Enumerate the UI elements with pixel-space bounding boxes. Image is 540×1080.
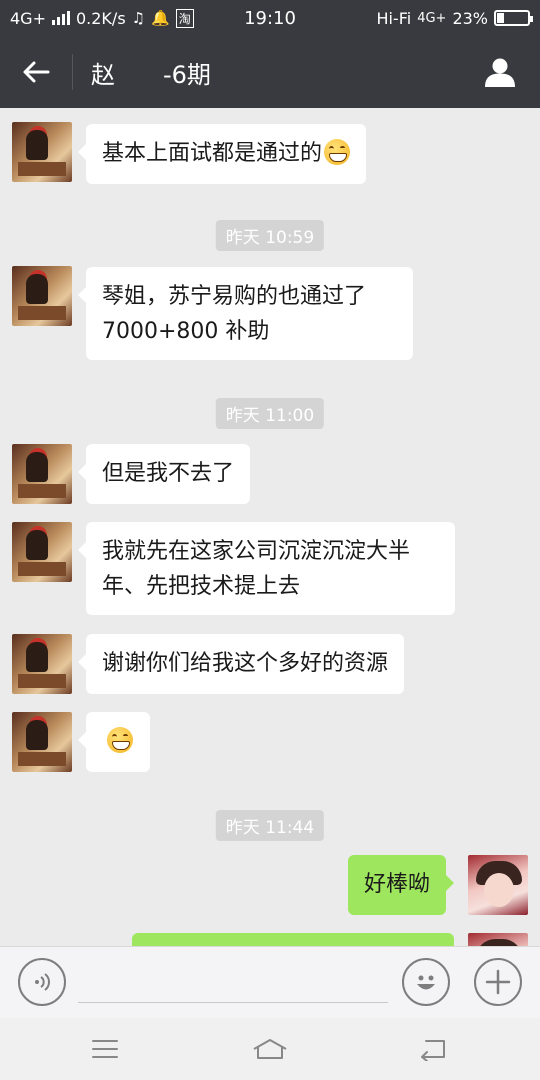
message-text: 基本上面试都是通过的 (102, 141, 323, 166)
home-icon (253, 1039, 287, 1059)
contact-avatar[interactable] (12, 634, 72, 694)
message-text: 谢谢你们给我这个多好的资源 (102, 651, 389, 676)
chat-header: 赵 -6期 (0, 36, 540, 108)
voice-button[interactable] (18, 958, 66, 1006)
message-bubble[interactable]: 但是我不去了 (77, 444, 251, 504)
header-divider (72, 54, 73, 90)
arrow-left-icon (23, 61, 50, 83)
back-icon (421, 1040, 445, 1061)
message-bubble[interactable] (78, 712, 150, 772)
menu-button[interactable] (85, 1031, 125, 1067)
my-avatar[interactable] (468, 933, 528, 946)
person-icon (485, 58, 515, 87)
music-icon: ♫ (131, 9, 146, 27)
grin-emoji-icon (324, 139, 351, 165)
taobao-icon: 淘 (175, 8, 194, 28)
contact-avatar[interactable] (12, 444, 72, 504)
battery-percent: 23% (452, 8, 488, 28)
contact-avatar[interactable] (12, 122, 72, 182)
contact-avatar[interactable] (12, 266, 72, 326)
audio-mode: Hi-Fi (376, 8, 412, 28)
network-speed: 0.2K/s (75, 8, 126, 28)
message-text: 年、先把技术提上去 (102, 574, 301, 599)
battery-icon (494, 10, 533, 26)
message-bubble[interactable]: 基本上面试都是通过的 (77, 124, 367, 184)
voice-icon (35, 973, 50, 991)
message-list[interactable]: 基本上面试都是通过的 昨天 10:59 琴姐，苏宁易购的也通过了 7000+80… (0, 108, 540, 946)
message-bubble[interactable]: 琴姐，苏宁易购的也通过了 7000+800 补助 (78, 267, 413, 360)
input-bar (0, 946, 540, 1018)
message-input[interactable] (78, 961, 388, 1003)
contact-avatar[interactable] (12, 522, 72, 582)
timestamp: 昨天 11:00 (215, 398, 325, 429)
my-avatar[interactable] (468, 855, 528, 915)
message-bubble[interactable]: 好棒呦 (348, 855, 455, 915)
message-text: 7000+800 补助 (102, 319, 270, 344)
message-text: 我就先在这家公司沉淀沉淀大半 (102, 539, 411, 564)
emoji-icon (417, 975, 435, 990)
message-bubble[interactable]: 我就先在这家公司沉淀沉淀大半 年、先把技术提上去 (78, 522, 455, 615)
message-text: 但是我不去了 (102, 461, 235, 486)
home-button[interactable] (250, 1031, 290, 1067)
plus-icon (485, 969, 511, 995)
timestamp: 昨天 10:59 (215, 220, 325, 251)
chat-info-button[interactable] (460, 36, 540, 108)
timestamp: 昨天 11:44 (215, 810, 325, 841)
emoji-button[interactable] (402, 958, 450, 1006)
signal-icon (51, 11, 70, 25)
network-type-right: 4G+ (417, 10, 447, 26)
chat-title: 赵 -6期 (91, 60, 211, 89)
message-text: 好棒呦 (364, 872, 431, 897)
more-button[interactable] (474, 958, 522, 1006)
grin-emoji-icon (107, 727, 133, 753)
system-nav-bar (0, 1018, 540, 1080)
notification-icon: 🔔 (151, 9, 170, 27)
message-bubble[interactable] (132, 933, 454, 946)
network-type: 4G+ (10, 8, 46, 28)
status-bar: 4G+ 0.2K/s ♫ 🔔 淘 19:10 Hi-Fi 4G+ 23% (0, 0, 540, 36)
message-text: 琴姐，苏宁易购的也通过了 (102, 284, 367, 309)
contact-avatar[interactable] (12, 712, 72, 772)
message-bubble[interactable]: 谢谢你们给我这个多好的资源 (77, 634, 405, 694)
menu-icon (92, 1040, 118, 1058)
back-button[interactable] (0, 36, 72, 108)
system-back-button[interactable] (413, 1031, 453, 1067)
